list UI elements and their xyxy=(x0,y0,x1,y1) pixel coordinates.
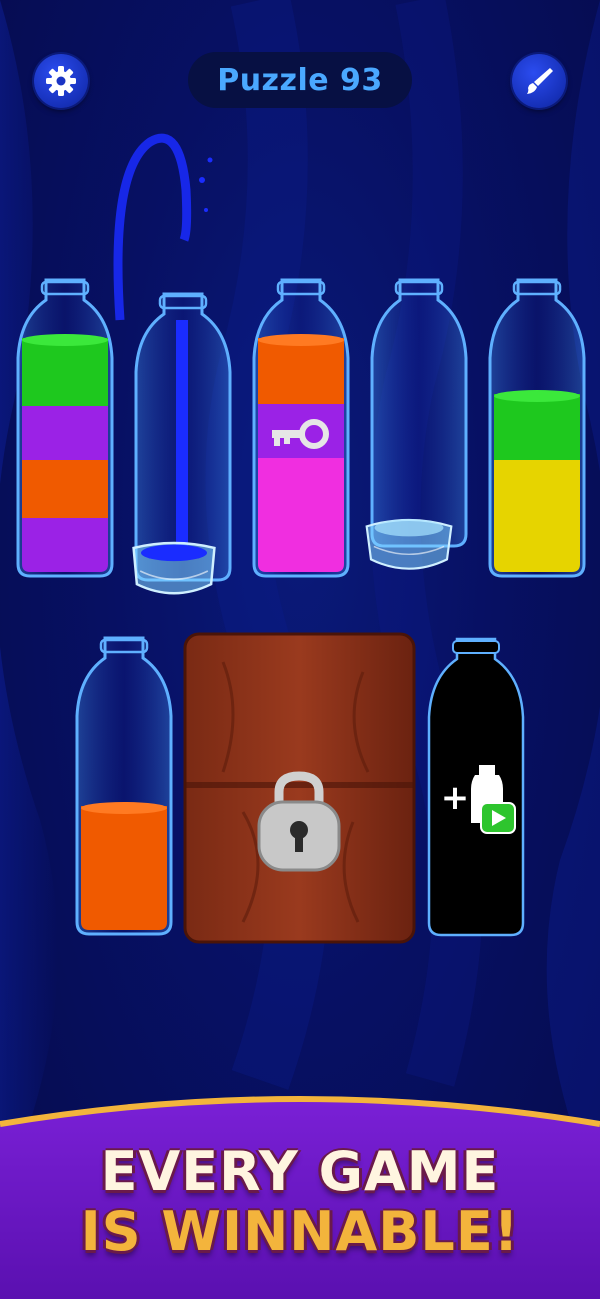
paintbrush-icon xyxy=(527,68,553,94)
layer-purple xyxy=(22,406,108,460)
bottle-3[interactable] xyxy=(250,278,352,580)
ice-block xyxy=(365,518,453,570)
puzzle-title: Puzzle 93 xyxy=(188,52,412,108)
layer-orange xyxy=(258,338,344,404)
layer-green xyxy=(22,338,108,406)
bottle-1[interactable] xyxy=(14,278,116,580)
add-bottle-slot[interactable]: + xyxy=(425,637,527,937)
layer-orange xyxy=(81,806,167,930)
gear-icon xyxy=(46,66,76,96)
banner-line-2: IS WINNABLE! xyxy=(80,1200,520,1263)
settings-button[interactable] xyxy=(34,54,88,108)
bottle-6[interactable] xyxy=(73,636,175,938)
ice-block xyxy=(132,541,216,595)
banner-line-1: EVERY GAME xyxy=(100,1140,500,1203)
top-bar: Puzzle 93 xyxy=(0,52,600,108)
pour-arc xyxy=(113,133,213,321)
theme-button[interactable] xyxy=(512,54,566,108)
locked-chest[interactable] xyxy=(183,632,416,944)
plus-sign: + xyxy=(441,778,470,818)
layer-orange xyxy=(22,460,108,518)
bottle-4[interactable] xyxy=(368,278,470,548)
layer-green xyxy=(494,394,580,460)
layer-yellow xyxy=(494,460,580,572)
bottle-5[interactable] xyxy=(486,278,588,580)
layer-purple xyxy=(22,518,108,572)
pouring-stream xyxy=(176,320,188,550)
layer-pink xyxy=(258,458,344,572)
